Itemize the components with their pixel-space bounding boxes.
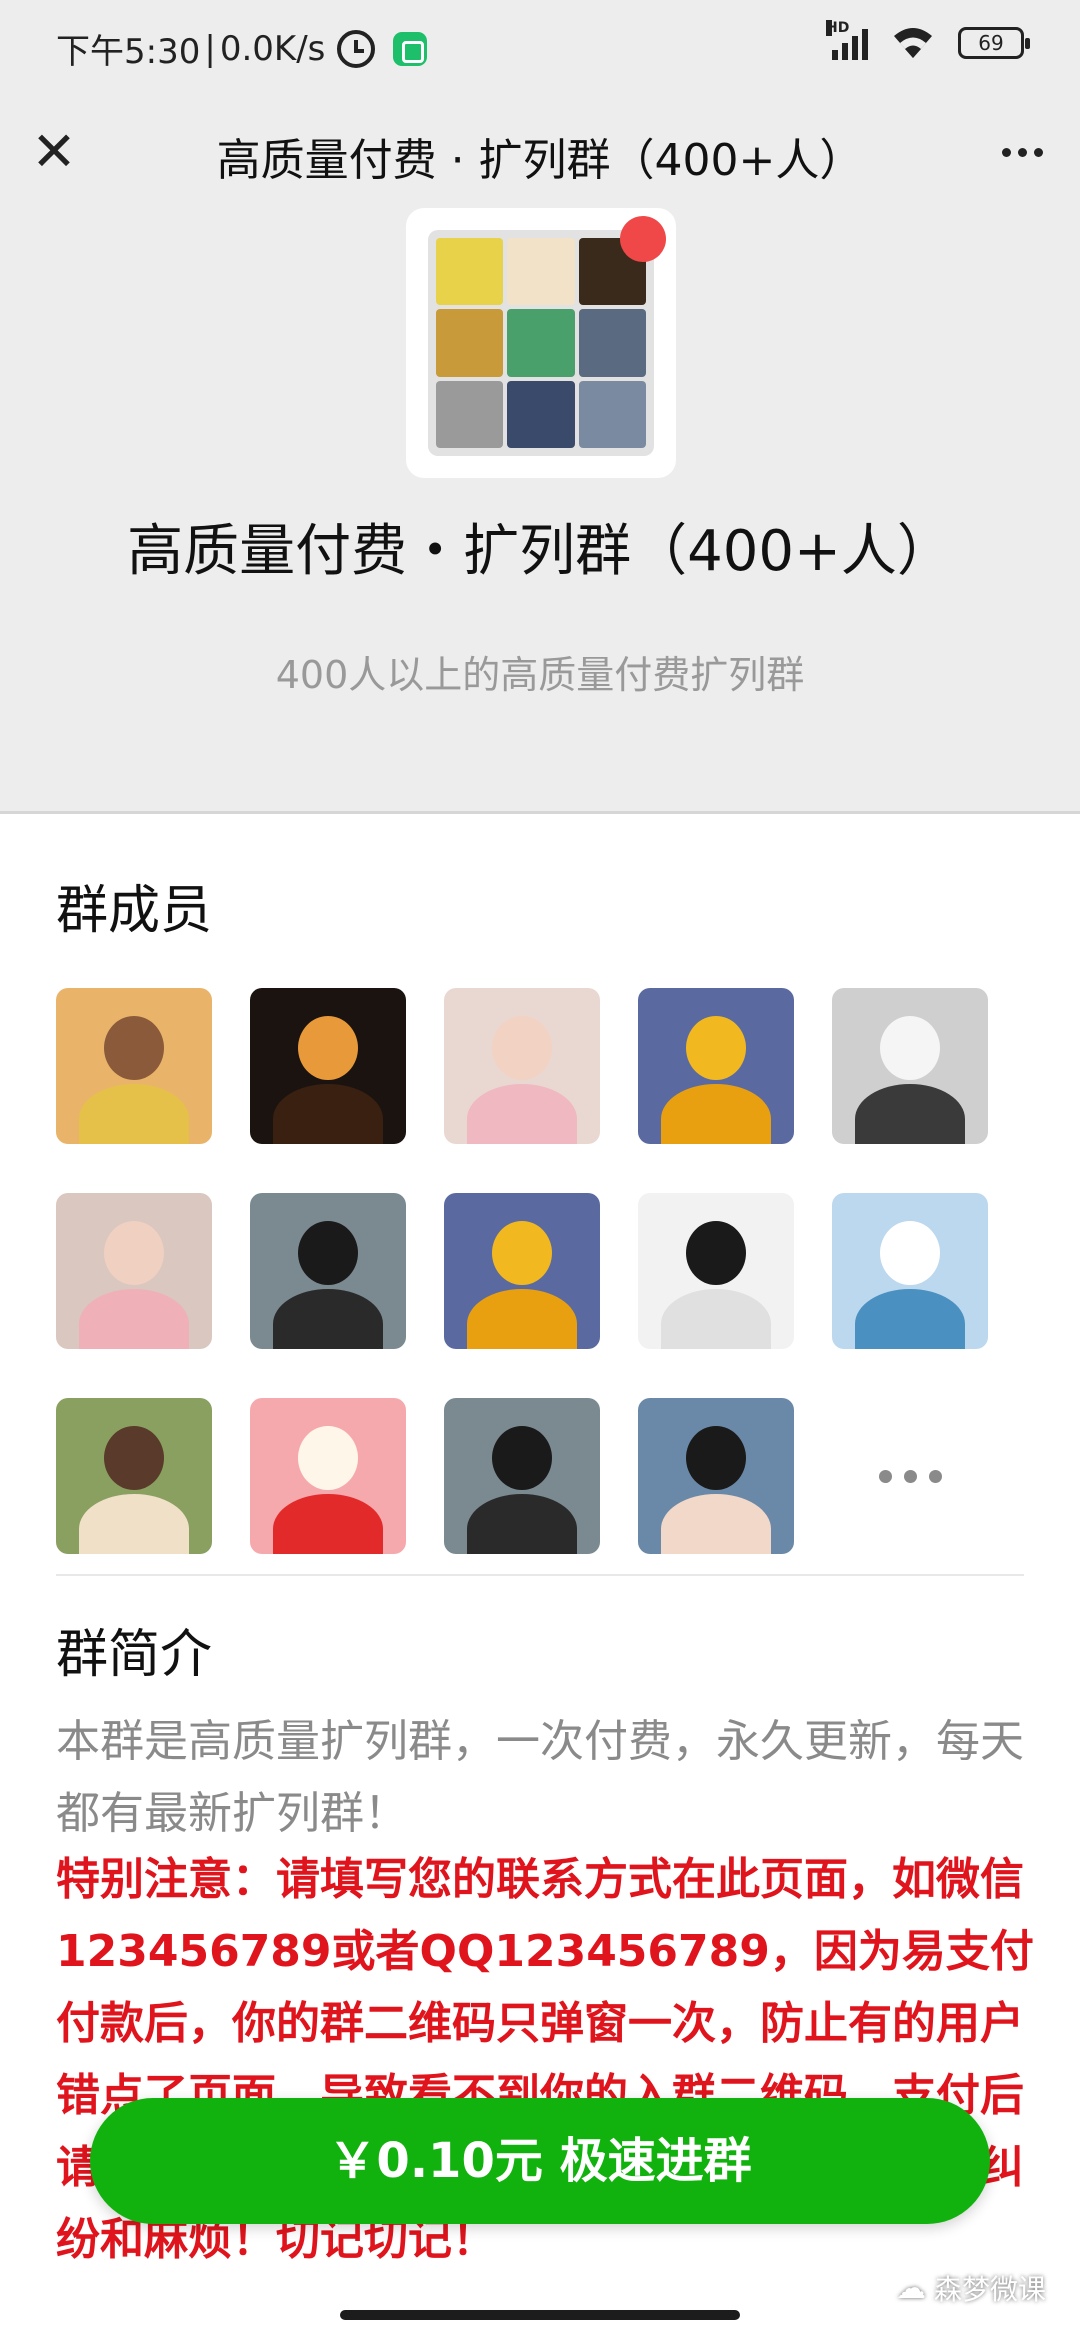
member-avatar-head	[104, 1221, 164, 1285]
member-avatar-body	[79, 1084, 189, 1144]
member-avatar-head	[880, 1221, 940, 1285]
watermark-text: 森梦微课	[933, 2273, 1046, 2306]
member-avatar-head	[298, 1016, 358, 1080]
member-avatar[interactable]	[444, 1193, 600, 1349]
signal-icon: HD	[826, 20, 868, 60]
signal-hd-label: HD	[826, 20, 850, 36]
member-avatar-body	[467, 1494, 577, 1554]
status-time: 下午5:30	[56, 32, 201, 72]
member-avatar[interactable]	[250, 1193, 406, 1349]
intro-text: 本群是高质量扩列群，一次付费，永久更新，每天都有最新扩列群！	[56, 1716, 1024, 1839]
member-avatar-body	[273, 1084, 383, 1144]
member-avatar[interactable]	[638, 1398, 794, 1554]
home-indicator[interactable]	[340, 2310, 740, 2320]
member-avatar[interactable]	[56, 988, 212, 1144]
alarm-clock-icon	[337, 29, 376, 68]
group-description: 400人以上的高质量付费扩列群	[275, 653, 805, 697]
member-avatar[interactable]	[638, 988, 794, 1144]
section-divider	[56, 1574, 1024, 1576]
member-avatar[interactable]	[444, 988, 600, 1144]
member-avatar-head	[298, 1426, 358, 1490]
member-avatar-head	[686, 1221, 746, 1285]
member-avatar-body	[273, 1494, 383, 1554]
member-avatar-body	[661, 1289, 771, 1349]
member-avatar-body	[467, 1289, 577, 1349]
more-options-icon[interactable]	[992, 124, 1052, 180]
status-right: HD 69	[826, 20, 1030, 60]
member-avatar[interactable]	[832, 1193, 988, 1349]
member-avatar-body	[79, 1289, 189, 1349]
members-section-title: 群成员	[56, 881, 213, 941]
member-avatar-body	[273, 1289, 383, 1349]
member-avatar[interactable]	[444, 1398, 600, 1554]
status-separator: |	[204, 28, 216, 69]
group-avatar-cell	[436, 309, 504, 377]
wifi-icon	[894, 28, 932, 58]
app-notification-icon	[393, 31, 428, 66]
member-avatar-body	[661, 1084, 771, 1144]
group-avatar-grid	[428, 230, 654, 456]
member-avatar[interactable]	[250, 1398, 406, 1554]
join-group-button[interactable]: ￥0.10元 极速进群	[90, 2098, 990, 2224]
group-name: 高质量付费・扩列群（400+人）	[127, 519, 953, 584]
notification-dot	[620, 216, 666, 262]
network-speed: 0.0K/s	[219, 28, 326, 69]
status-left: 下午5:30 | 0.0K/s	[56, 24, 428, 73]
group-avatar	[406, 208, 676, 478]
close-icon[interactable]: ✕	[30, 122, 78, 182]
group-avatar-cell	[436, 380, 504, 448]
member-avatar-head	[492, 1426, 552, 1490]
battery-icon: 69	[958, 27, 1030, 59]
page-title: 高质量付费 · 扩列群（400+人）	[216, 135, 864, 186]
member-avatar-head	[492, 1221, 552, 1285]
member-avatar[interactable]	[56, 1193, 212, 1349]
group-avatar-cell	[578, 309, 646, 377]
group-avatar-cell	[436, 238, 504, 306]
intro-section-title: 群简介	[56, 1625, 213, 1685]
group-avatar-cell	[507, 238, 575, 306]
member-avatar-body	[467, 1084, 577, 1144]
member-avatar-head	[104, 1426, 164, 1490]
nav-bar: ✕ 高质量付费 · 扩列群（400+人）	[0, 96, 1080, 208]
battery-level: 69	[978, 31, 1004, 55]
member-avatar[interactable]	[832, 988, 988, 1144]
member-avatar-head	[492, 1016, 552, 1080]
member-avatar[interactable]	[638, 1193, 794, 1349]
member-avatar-head	[686, 1016, 746, 1080]
watermark: ☁ 森梦微课	[896, 2268, 1046, 2308]
member-avatar-body	[79, 1494, 189, 1554]
more-dots-icon[interactable]	[832, 1398, 988, 1554]
member-avatar-body	[855, 1289, 965, 1349]
member-avatar-body	[661, 1494, 771, 1554]
member-avatar-body	[855, 1084, 965, 1144]
group-header: 高质量付费・扩列群（400+人） 400人以上的高质量付费扩列群	[0, 208, 1080, 814]
member-avatar-head	[104, 1016, 164, 1080]
member-avatar[interactable]	[250, 988, 406, 1144]
member-avatar-head	[686, 1426, 746, 1490]
wechat-icon: ☁	[895, 2270, 926, 2306]
group-avatar-cell	[507, 380, 575, 448]
member-avatar[interactable]	[56, 1398, 212, 1554]
member-avatar-head	[880, 1016, 940, 1080]
member-avatar-head	[298, 1221, 358, 1285]
status-bar: 下午5:30 | 0.0K/s HD 69	[0, 0, 1080, 96]
group-avatar-cell	[578, 380, 646, 448]
group-avatar-cell	[507, 309, 575, 377]
